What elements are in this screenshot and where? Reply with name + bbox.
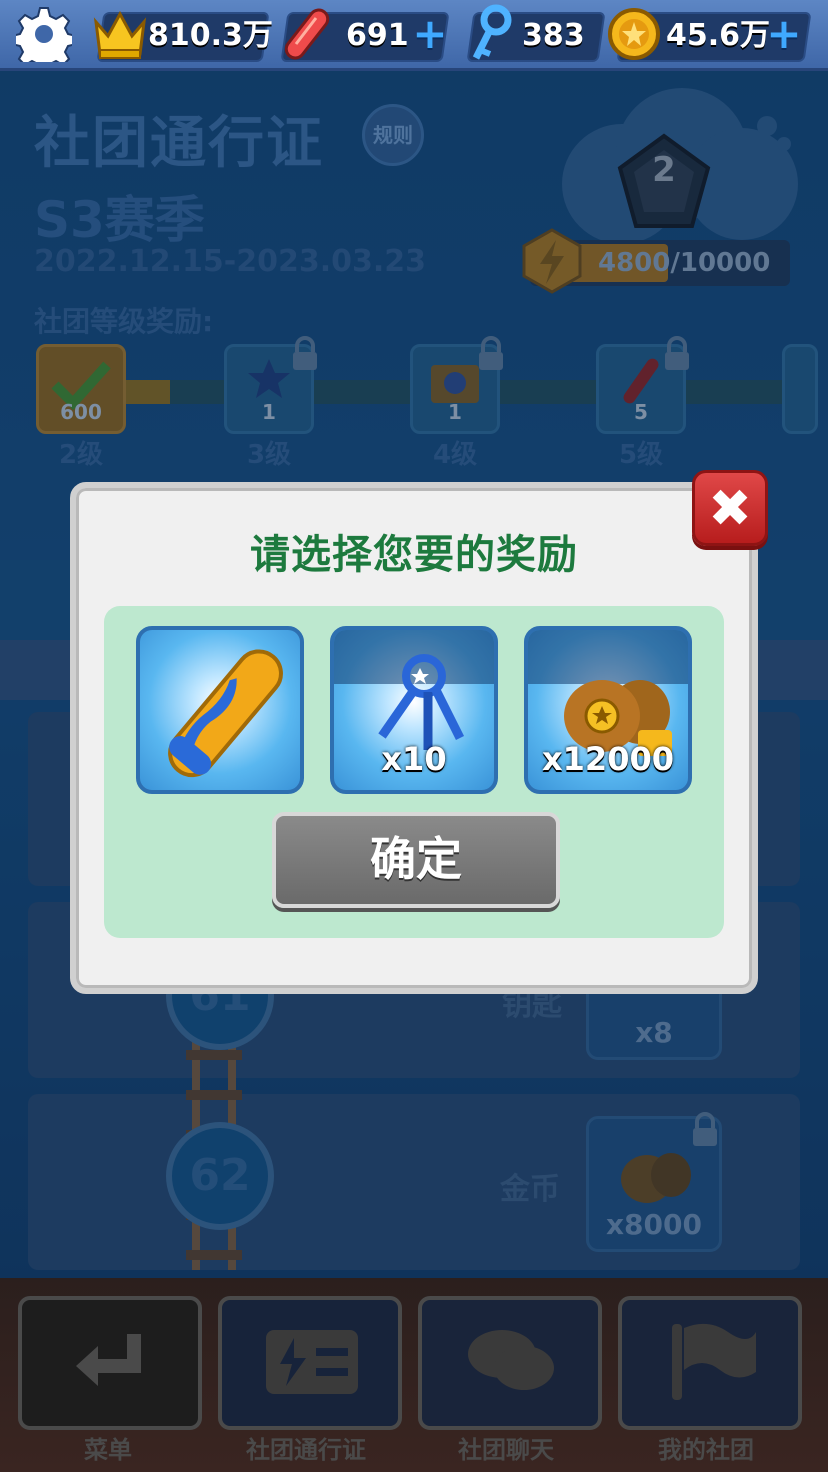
gear-icon[interactable] — [16, 6, 72, 62]
add-coins-button[interactable]: + — [766, 13, 802, 55]
nav-pass-label: 社团通行证 — [246, 1436, 366, 1464]
hoverboard-count: 691 — [346, 18, 409, 53]
hoverboard-icon — [284, 8, 330, 60]
key-icon — [472, 4, 512, 60]
flag-icon — [672, 1323, 756, 1400]
dialog-title: 请选择您要的奖励 — [250, 532, 578, 578]
hoverboard-icon — [168, 649, 283, 778]
pass-icon — [266, 1330, 358, 1394]
return-icon — [76, 1334, 141, 1386]
reward-option-hoverboard[interactable] — [136, 626, 304, 794]
nav-chat-label: 社团聊天 — [458, 1436, 554, 1464]
chat-icon — [468, 1330, 554, 1390]
option-keys-qty: x10 — [381, 740, 447, 778]
close-button[interactable]: ✖ — [692, 470, 768, 546]
nav-chat-button[interactable] — [418, 1296, 602, 1430]
coin-icon — [608, 8, 660, 60]
nav-menu-button[interactable] — [18, 1296, 202, 1430]
nav-menu-label: 菜单 — [84, 1436, 132, 1464]
key-count: 383 — [522, 18, 585, 53]
coin-count: 45.6万 — [666, 18, 771, 53]
option-coins-qty: x12000 — [542, 740, 674, 778]
nav-my-club-button[interactable] — [618, 1296, 802, 1430]
crown-icon — [93, 10, 147, 59]
add-hoverboards-button[interactable]: + — [412, 13, 448, 55]
confirm-button[interactable]: 确定 — [272, 812, 560, 908]
nav-my-club-label: 我的社团 — [658, 1436, 754, 1464]
trophy-count: 810.3万 — [148, 18, 273, 53]
nav-pass-button[interactable] — [218, 1296, 402, 1430]
